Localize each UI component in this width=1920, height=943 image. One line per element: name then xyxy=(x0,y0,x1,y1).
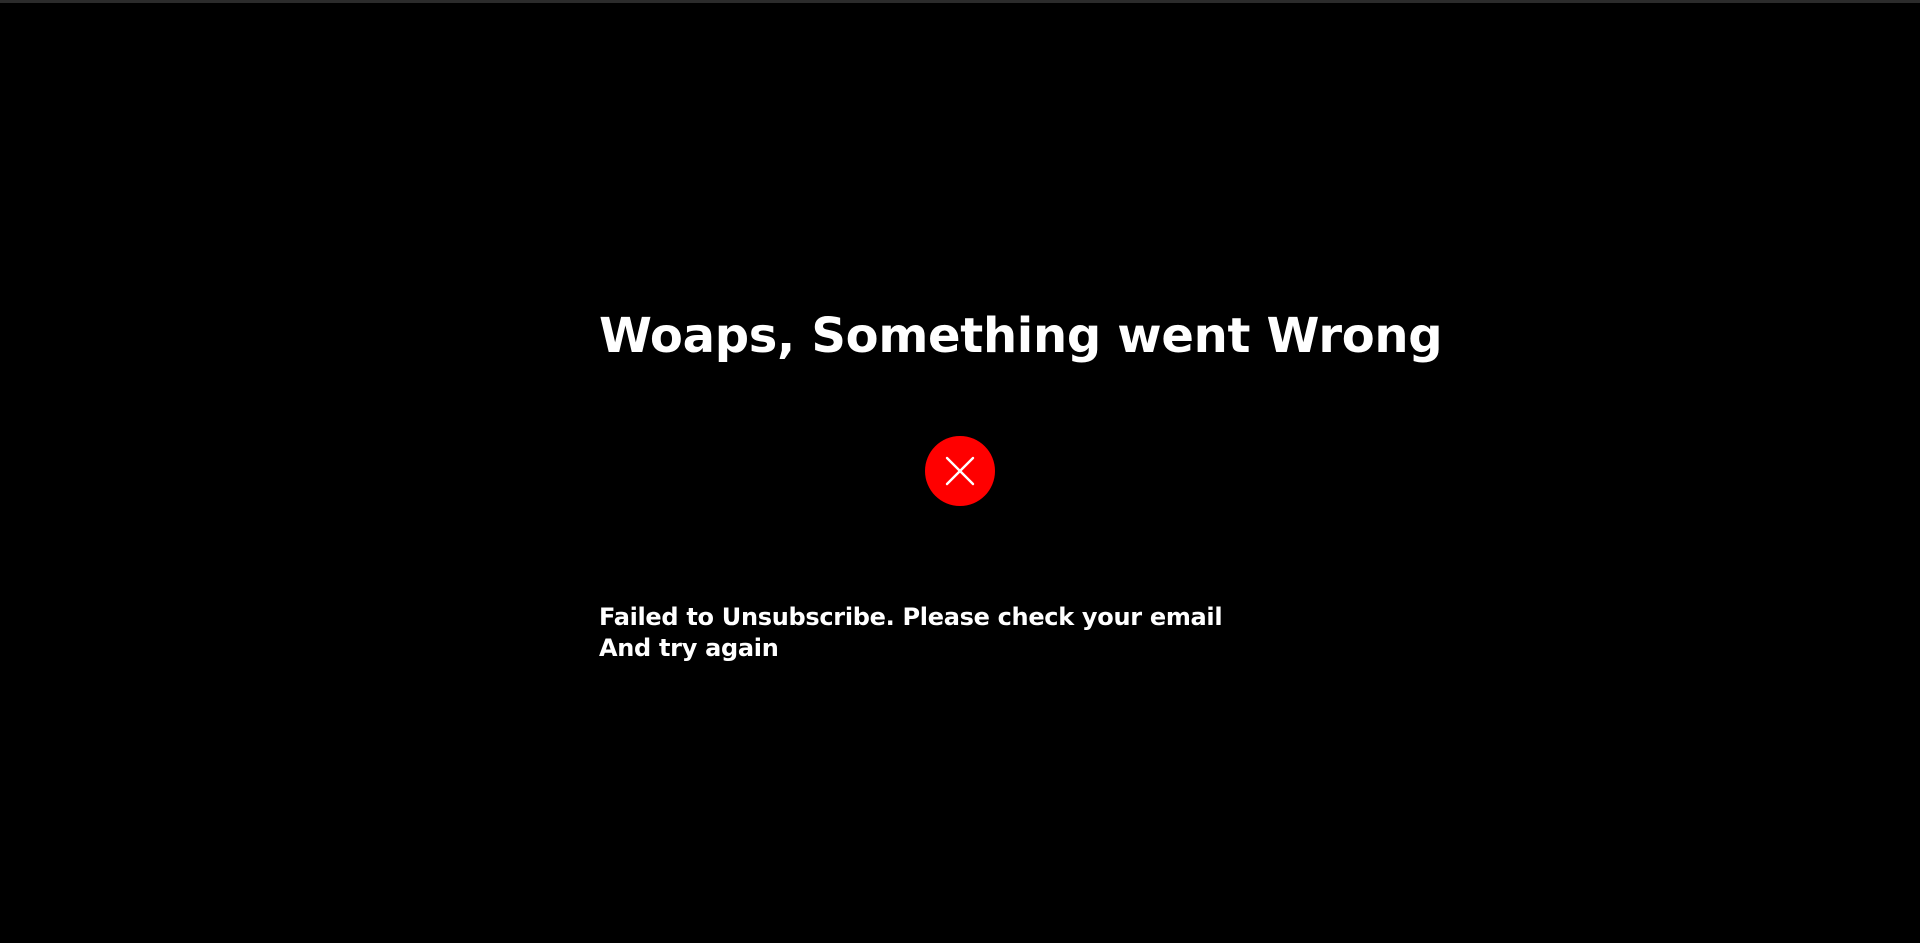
close-icon xyxy=(925,436,995,506)
unsubscribe-error-panel: Woaps, Something went Wrong Failed to Un… xyxy=(599,0,1443,943)
error-message-line-2: And try again xyxy=(599,634,779,662)
error-message: Failed to Unsubscribe. Please check your… xyxy=(599,602,1359,664)
error-message-line-1: Failed to Unsubscribe. Please check your… xyxy=(599,603,1223,631)
page-title: Woaps, Something went Wrong xyxy=(599,308,1443,364)
error-close-circle-icon xyxy=(925,436,995,506)
